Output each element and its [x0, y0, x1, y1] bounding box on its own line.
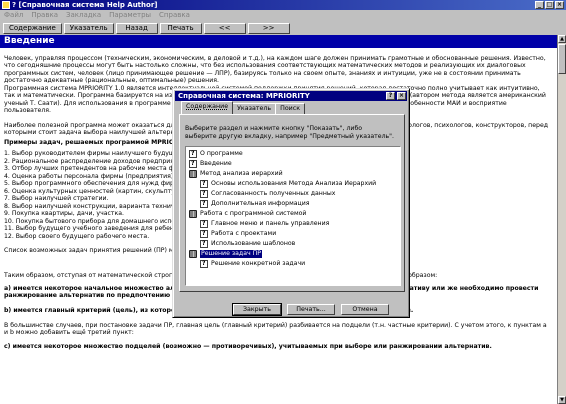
tab-contents[interactable]: Содержание [181, 101, 234, 114]
list-item: 5. Выбор программного обеспечения для ну… [4, 180, 185, 187]
paragraph: Человек, управляя процессом (техническим… [4, 55, 546, 84]
contents-tree[interactable]: О программе Введение Метод анализа иерар… [185, 146, 401, 286]
dialog-buttons: Закрыть Печать... Отмена [232, 303, 389, 316]
scroll-up-arrow-icon[interactable]: ▲ [558, 35, 566, 43]
menu-help[interactable]: Справка [159, 10, 190, 20]
close-dialog-button[interactable]: Закрыть [232, 303, 282, 316]
topic-page-icon [200, 259, 208, 268]
tree-item[interactable]: О программе [189, 149, 243, 158]
tab-search[interactable]: Поиск [275, 103, 306, 114]
tree-item[interactable]: Использование шаблонов [200, 239, 295, 248]
topic-heading: Введение [0, 35, 557, 48]
tree-item[interactable]: Дополнительная информация [200, 199, 310, 208]
tree-item[interactable]: Основы использования Метода Анализа Иера… [200, 179, 376, 188]
dialog-tabs: Содержание Указатель Поиск [181, 101, 306, 114]
book-icon [189, 209, 197, 218]
toolbar: Содержание Указатель Назад Печать << >> [0, 21, 566, 35]
tree-item-selected[interactable]: Решение задач ПР [189, 249, 263, 258]
prev-topic-button[interactable]: << [203, 22, 246, 34]
menu-bar: Файл Правка Закладка Параметры Справка [0, 10, 566, 20]
tree-item[interactable]: Работа с программной системой [189, 209, 306, 218]
help-window: ? [Справочная система Help Author] _ □ ×… [0, 0, 566, 404]
scroll-down-arrow-icon[interactable]: ▼ [558, 396, 566, 404]
window-title: ? [Справочная система Help Author] [12, 1, 158, 9]
window-controls: _ □ × [535, 1, 564, 9]
dialog-instructions: Выберите раздел и нажмите кнопку "Показа… [185, 125, 394, 140]
next-topic-button[interactable]: >> [247, 22, 290, 34]
help-icon[interactable] [2, 1, 10, 9]
scroll-thumb[interactable] [558, 44, 566, 74]
context-help-button[interactable]: ? [386, 92, 395, 100]
list-item: 10. Покупка бытового прибора для домашне… [4, 217, 186, 225]
help-topics-dialog: Справочная система: MPRIORITY ? × Содерж… [172, 88, 410, 318]
maximize-button[interactable]: □ [545, 1, 554, 9]
list-item: 12. Выбор своего будущего рабочего места… [4, 232, 150, 240]
dialog-title: Справочная система: MPRIORITY [178, 92, 310, 100]
list-item: 3. Отбор лучших претендентов на рабочие … [4, 165, 188, 172]
list-item: 11. Выбор будущего учебного заведения дл… [4, 225, 188, 232]
menu-bookmark[interactable]: Закладка [66, 10, 101, 20]
contents-button[interactable]: Содержание [3, 22, 62, 34]
tree-item[interactable]: Решение конкретной задачи [200, 259, 305, 268]
book-icon [189, 249, 197, 258]
topic-page-icon [200, 229, 208, 238]
menu-file[interactable]: Файл [4, 10, 23, 20]
paragraph: В большинстве случаев, при постановке за… [4, 322, 547, 337]
menu-options[interactable]: Параметры [109, 10, 151, 20]
print-button[interactable]: Печать [159, 22, 202, 34]
topic-page-icon [200, 219, 208, 228]
menu-edit[interactable]: Правка [31, 10, 58, 20]
topic-page-icon [189, 159, 197, 168]
topic-page-icon [200, 179, 208, 188]
index-button[interactable]: Указатель [63, 22, 114, 34]
list-item: 9. Покупка квартиры, дачи, участка. [4, 210, 125, 217]
paragraph: с) имеется некоторое множество подцелей … [4, 343, 492, 350]
minimize-button[interactable]: _ [535, 1, 544, 9]
title-bar: ? [Справочная система Help Author] _ □ × [0, 0, 566, 10]
tree-item[interactable]: Согласованность полученных данных [200, 189, 335, 198]
list-item: 6. Оценка культурных ценностей (картин, … [4, 187, 191, 195]
tree-item[interactable]: Работа с проектами [200, 229, 276, 238]
tree-item[interactable]: Метод анализа иерархий [189, 169, 283, 178]
tree-item[interactable]: Главное меню и панель управления [200, 219, 329, 228]
list-item: 2. Рациональное распределение доходов пр… [4, 157, 180, 165]
dialog-close-button[interactable]: × [397, 92, 406, 100]
tree-item[interactable]: Введение [189, 159, 232, 168]
list-item: 1. Выбор руководителем фирмы наилучшего … [4, 150, 181, 157]
topic-page-icon [200, 189, 208, 198]
print-dialog-button[interactable]: Печать... [287, 304, 335, 315]
list-item: 8. Выбор наилучшей конструкции, варианта… [4, 202, 192, 210]
topic-page-icon [189, 149, 197, 158]
list-item: 7. Выбор наилучшей стратегии. [4, 195, 109, 202]
dialog-title-bar: Справочная система: MPRIORITY ? × [175, 91, 407, 101]
book-icon [189, 169, 197, 178]
topic-page-icon [200, 239, 208, 248]
back-button[interactable]: Назад [115, 22, 158, 34]
tab-index[interactable]: Указатель [232, 103, 277, 114]
cancel-button[interactable]: Отмена [341, 304, 389, 315]
topic-page-icon [200, 199, 208, 208]
vertical-scrollbar[interactable]: ▲ ▼ [557, 35, 566, 404]
list-item: 4. Оценка работы персонала фирмы (предпр… [4, 172, 176, 180]
close-button[interactable]: × [555, 1, 564, 9]
